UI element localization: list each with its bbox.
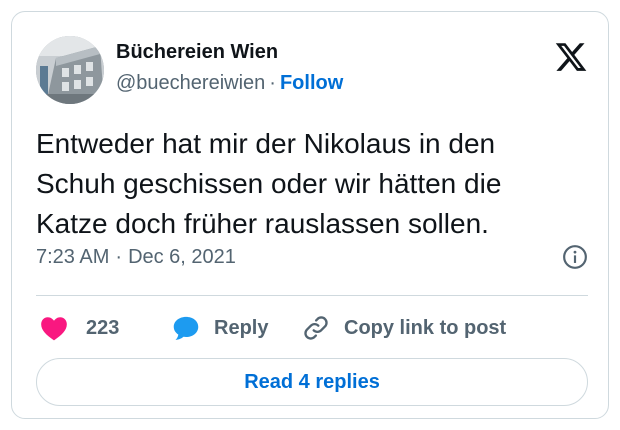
speech-bubble-icon: [173, 316, 199, 340]
reply-label: Reply: [214, 316, 269, 339]
divider: [36, 295, 588, 296]
copy-link-label: Copy link to post: [344, 316, 507, 339]
read-replies-button[interactable]: Read 4 replies: [36, 358, 588, 406]
building-photo-avatar: [36, 36, 104, 104]
like-count: 223: [86, 316, 120, 339]
x-logo-icon[interactable]: [554, 40, 588, 74]
info-icon[interactable]: [562, 244, 588, 270]
link-icon: [304, 316, 328, 340]
author-info: Büchereien Wien @buechereiwien · Follow: [116, 39, 343, 97]
handle-row: @buechereiwien · Follow: [116, 69, 343, 97]
heart-icon: [41, 317, 67, 341]
tweet-card: Büchereien Wien @buechereiwien · Follow En…: [11, 11, 609, 419]
like-button[interactable]: 223: [40, 308, 119, 348]
author-display-name[interactable]: Büchereien Wien: [116, 39, 343, 65]
tweet-header: Büchereien Wien @buechereiwien · Follow: [36, 36, 588, 106]
copy-link-button[interactable]: Copy link to post: [302, 308, 506, 348]
avatar[interactable]: [36, 36, 104, 104]
follow-button[interactable]: Follow: [280, 72, 343, 94]
tweet-date[interactable]: Dec 6, 2021: [128, 246, 236, 268]
author-handle[interactable]: @buechereiwien: [116, 72, 265, 94]
tweet-text: Entweder hat mir der Nikolaus in den Sch…: [36, 128, 502, 239]
tweet-meta: 7:23 AM · Dec 6, 2021: [36, 242, 588, 272]
action-bar: 223 Reply Copy link to post: [36, 308, 588, 348]
handle-separator: ·: [269, 72, 276, 94]
meta-separator: ·: [115, 246, 123, 268]
tweet-time[interactable]: 7:23 AM: [36, 246, 109, 268]
reply-button[interactable]: Reply: [172, 308, 268, 348]
